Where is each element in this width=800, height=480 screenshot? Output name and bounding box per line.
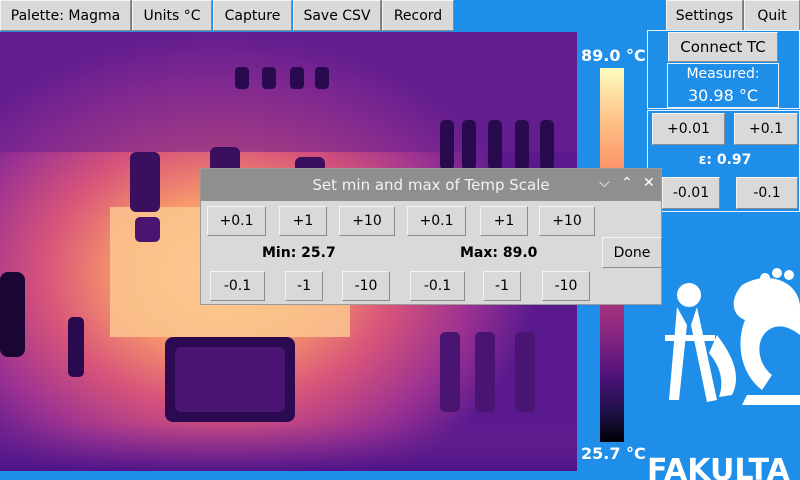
palette-button[interactable]: Palette: Magma [0, 0, 131, 31]
min-minus-01-button[interactable]: -0.1 [210, 271, 265, 301]
done-button[interactable]: Done [602, 237, 662, 268]
save-csv-button[interactable]: Save CSV [293, 0, 381, 31]
emissivity-minus-001-button[interactable]: -0.01 [662, 177, 720, 209]
toolbar: Palette: Magma Units °C Capture Save CSV… [0, 0, 800, 31]
settings-button[interactable]: Settings [666, 0, 743, 31]
close-icon[interactable]: ✕ [643, 175, 655, 191]
measured-label: Measured: [686, 66, 760, 82]
lion-emblem-icon: FAKULTA [647, 268, 800, 480]
units-button[interactable]: Units °C [132, 0, 212, 31]
dialog-titlebar[interactable]: Set min and max of Temp Scale ⌵ ⌃ ✕ [201, 169, 661, 201]
max-plus-01-button[interactable]: +0.1 [407, 206, 466, 236]
emissivity-plus-01-button[interactable]: +0.1 [734, 113, 798, 145]
max-minus-1-button[interactable]: -1 [483, 271, 521, 301]
min-minus-10-button[interactable]: -10 [342, 271, 390, 301]
emissivity-plus-001-button[interactable]: +0.01 [652, 113, 725, 145]
dialog-title: Set min and max of Temp Scale [312, 176, 550, 194]
emissivity-minus-01-button[interactable]: -0.1 [736, 177, 798, 209]
min-plus-10-button[interactable]: +10 [339, 206, 395, 236]
temp-scale-dialog: Set min and max of Temp Scale ⌵ ⌃ ✕ +0.1… [200, 168, 662, 305]
min-plus-01-button[interactable]: +0.1 [207, 206, 266, 236]
max-plus-10-button[interactable]: +10 [539, 206, 595, 236]
emissivity-value: ε: 0.97 [698, 152, 752, 168]
university-logo: FAKULTA [647, 215, 800, 480]
scale-max-label: 89.0 °C [581, 46, 646, 65]
chevron-down-icon[interactable]: ⌵ [599, 175, 610, 191]
record-button[interactable]: Record [382, 0, 454, 31]
min-label: Min: 25.7 [262, 245, 336, 261]
scale-min-label: 25.7 °C [581, 444, 646, 463]
max-minus-01-button[interactable]: -0.1 [410, 271, 465, 301]
min-minus-1-button[interactable]: -1 [285, 271, 323, 301]
logo-text: FAKULTA [647, 453, 791, 480]
max-label: Max: 89.0 [460, 245, 538, 261]
max-minus-10-button[interactable]: -10 [542, 271, 590, 301]
chevron-up-icon[interactable]: ⌃ [621, 175, 633, 191]
quit-button[interactable]: Quit [744, 0, 800, 31]
min-plus-1-button[interactable]: +1 [279, 206, 327, 236]
measured-value: 30.98 °C [687, 86, 759, 105]
capture-button[interactable]: Capture [213, 0, 292, 31]
connect-tc-button[interactable]: Connect TC [668, 32, 778, 62]
max-plus-1-button[interactable]: +1 [480, 206, 528, 236]
